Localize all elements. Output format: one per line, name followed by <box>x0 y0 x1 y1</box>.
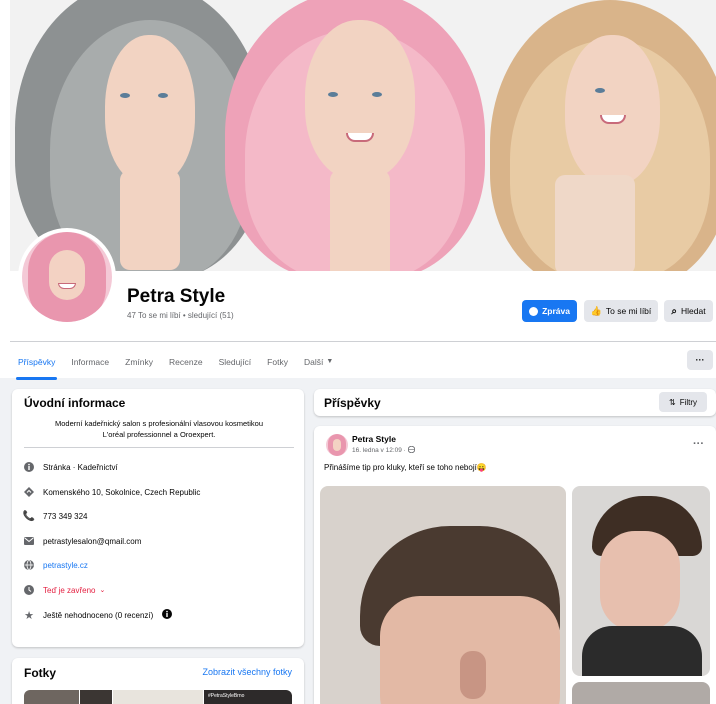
tab-posts[interactable]: Příspěvky <box>10 349 63 380</box>
star-icon: ★ <box>24 609 34 622</box>
intro-title: Úvodní informace <box>24 396 126 410</box>
phone-icon: 📞 <box>22 510 36 522</box>
intro-card: Úvodní informace Moderní kadeřnický salo… <box>12 389 304 647</box>
clock-icon <box>24 585 34 595</box>
tab-photos[interactable]: Fotky <box>259 349 296 375</box>
page-title: Petra Style <box>127 286 226 307</box>
search-button[interactable]: ⌕ Hledat <box>664 300 713 322</box>
see-all-photos-link[interactable]: Zobrazit všechny fotky <box>202 667 292 677</box>
globe-icon <box>407 445 416 455</box>
chevron-down-icon: ⌄ <box>99 587 106 594</box>
page-tabs: Příspěvky Informace Zmínky Recenze Sledu… <box>10 349 341 380</box>
info-website: petrastyle.cz <box>24 560 88 570</box>
profile-picture[interactable] <box>18 228 116 326</box>
globe-icon <box>24 560 34 570</box>
photo-thumb[interactable] <box>24 690 79 704</box>
filters-button[interactable]: ⇅ Filtry <box>659 392 707 412</box>
post-card: Petra Style 16. ledna v 12:09 · ··· Přin… <box>314 426 716 704</box>
intro-divider <box>24 447 294 448</box>
photo-thumb[interactable]: #PetraStyleBrno <box>204 690 292 704</box>
search-icon: ⌕ <box>671 305 678 317</box>
info-circle-icon[interactable] <box>162 609 173 621</box>
tab-reviews[interactable]: Recenze <box>161 349 211 375</box>
info-icon <box>24 462 34 472</box>
tab-more[interactable]: Další ▼ <box>296 349 341 375</box>
like-page-button[interactable]: 👍 To se mi líbí <box>584 300 658 322</box>
email-icon <box>24 536 34 546</box>
page-bio: Moderní kadeřnický salon s profesionální… <box>54 419 264 439</box>
post-photo-side[interactable] <box>572 682 710 704</box>
posts-header-card: Příspěvky ⇅ Filtry <box>314 389 716 416</box>
posts-title: Příspěvky <box>324 396 381 410</box>
tab-mentions[interactable]: Zmínky <box>117 349 161 375</box>
info-hours[interactable]: Teď je zavřeno ⌄ <box>24 585 105 595</box>
photo-thumb[interactable] <box>80 690 112 704</box>
tab-about[interactable]: Informace <box>63 349 117 375</box>
photos-title: Fotky <box>24 666 57 680</box>
post-photo-main[interactable] <box>320 486 566 704</box>
post-photo-side[interactable] <box>572 486 710 676</box>
message-button[interactable]: Zpráva <box>522 300 577 322</box>
info-category: Stránka · Kadeřnictví <box>24 462 118 472</box>
info-email: petrastylesalon@qmail.com <box>24 536 141 546</box>
post-text: Přinášíme tip pro kluky, kteří se toho n… <box>324 463 487 472</box>
tab-followers[interactable]: Sledující <box>211 349 260 375</box>
more-options-button[interactable]: ··· <box>687 350 713 370</box>
caret-down-icon: ▼ <box>326 358 334 365</box>
avatar <box>22 232 112 322</box>
messenger-icon <box>529 306 539 316</box>
info-address: Komenského 10, Sokolnice, Czech Republic <box>24 487 200 497</box>
header-divider <box>10 341 716 342</box>
filter-icon: ⇅ <box>668 397 676 407</box>
website-link[interactable]: petrastyle.cz <box>43 561 88 570</box>
post-author-name[interactable]: Petra Style <box>352 434 396 444</box>
info-phone: 📞 773 349 324 <box>22 510 88 522</box>
location-icon <box>24 487 34 497</box>
tongue-emoji-icon: 😛 <box>476 463 487 472</box>
photo-thumb[interactable] <box>113 690 203 704</box>
info-rating: ★ Ještě nehodnoceno (0 recenzí) <box>24 609 173 622</box>
thumbs-up-icon: 👍 <box>590 305 602 316</box>
post-author-avatar[interactable] <box>326 434 348 456</box>
post-timestamp[interactable]: 16. ledna v 12:09 · <box>352 445 416 455</box>
post-menu-button[interactable]: ··· <box>693 438 704 450</box>
page-stats[interactable]: 47 To se mi líbí • sledující (51) <box>127 311 234 320</box>
photos-card: Fotky Zobrazit všechny fotky #PetraStyle… <box>12 658 304 704</box>
cover-photo[interactable] <box>10 0 716 271</box>
